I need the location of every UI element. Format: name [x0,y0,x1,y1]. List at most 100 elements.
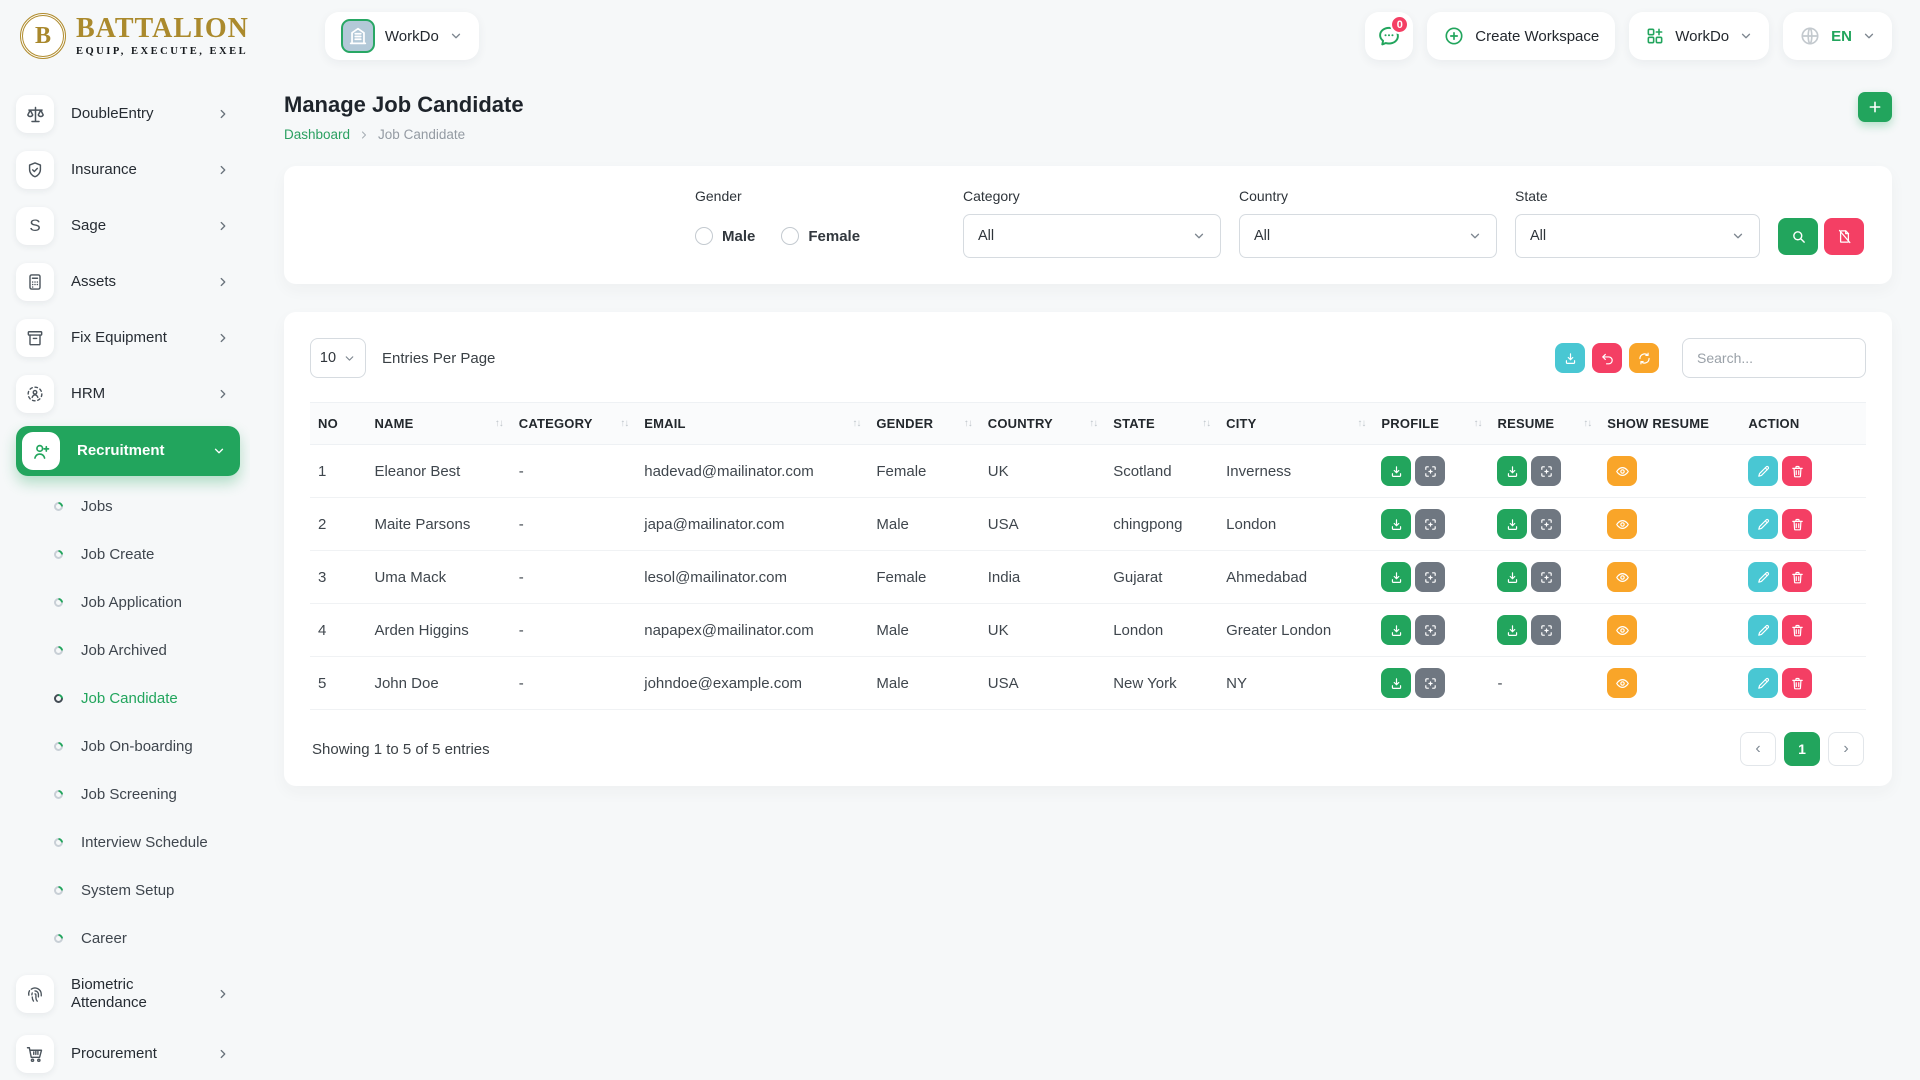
preview-resume-button[interactable] [1531,562,1561,592]
sidebar-subitem-interview-schedule[interactable]: Interview Schedule [16,818,250,866]
sidebar-subitem-job-application[interactable]: Job Application [16,578,250,626]
messages-button[interactable]: 0 [1365,12,1413,60]
show-resume-button[interactable] [1607,509,1637,539]
sidebar-item-insurance[interactable]: Insurance [16,142,250,198]
col-email[interactable]: EMAIL↑↓ [636,403,868,445]
bullet-icon [52,836,65,849]
preview-profile-button[interactable] [1415,668,1445,698]
sidebar-subitem-job-create[interactable]: Job Create [16,530,250,578]
delete-button[interactable] [1782,456,1812,486]
col-category[interactable]: CATEGORY↑↓ [511,403,636,445]
download-resume-button[interactable] [1497,456,1527,486]
download-profile-button[interactable] [1381,562,1411,592]
show-resume-button[interactable] [1607,456,1637,486]
download-profile-button[interactable] [1381,615,1411,645]
col-city[interactable]: CITY↑↓ [1218,403,1373,445]
table-search-input[interactable] [1682,338,1866,378]
sidebar-item-assets[interactable]: Assets [16,254,250,310]
edit-button[interactable] [1748,615,1778,645]
col-state[interactable]: STATE↑↓ [1105,403,1218,445]
entries-per-page-select[interactable]: 10 [310,338,366,378]
cell-state: Gujarat [1105,551,1218,604]
filter-reset-button[interactable] [1824,218,1864,255]
sidebar-subitem-jobs[interactable]: Jobs [16,482,250,530]
gender-male-radio[interactable] [695,227,713,245]
prev-page-button[interactable]: ‹ [1740,732,1776,766]
download-resume-button[interactable] [1497,509,1527,539]
col-name[interactable]: NAME↑↓ [366,403,510,445]
sidebar-item-recruitment[interactable]: Recruitment [16,426,240,476]
sidebar-item-label: Recruitment [77,442,165,460]
refresh-button[interactable] [1629,343,1659,373]
state-select[interactable]: All [1515,214,1760,258]
cell-country: India [980,551,1105,604]
sidebar-item-sage[interactable]: S Sage [16,198,250,254]
sidebar-item-fix-equipment[interactable]: Fix Equipment [16,310,250,366]
preview-profile-button[interactable] [1415,509,1445,539]
sidebar-subitem-label: Job Create [81,546,154,563]
sidebar-subitem-label: System Setup [81,882,174,899]
sidebar-subitem-job-screening[interactable]: Job Screening [16,770,250,818]
add-candidate-button[interactable] [1858,92,1892,122]
edit-button[interactable] [1748,509,1778,539]
col-country[interactable]: COUNTRY↑↓ [980,403,1105,445]
sidebar-item-procurement[interactable]: Procurement [16,1026,250,1080]
show-resume-button[interactable] [1607,668,1637,698]
download-resume-button[interactable] [1497,562,1527,592]
col-no[interactable]: NO [310,403,366,445]
focus-icon [1539,623,1554,638]
gender-female-radio[interactable] [781,227,799,245]
filter-panel: Gender Male Female Category All [284,166,1892,284]
cell-gender: Female [868,445,979,498]
download-profile-button[interactable] [1381,456,1411,486]
next-page-button[interactable]: › [1828,732,1864,766]
account-menu[interactable]: WorkDo [1629,12,1769,60]
delete-button[interactable] [1782,562,1812,592]
bullet-icon [52,884,65,897]
download-resume-button[interactable] [1497,615,1527,645]
sidebar-item-label: Assets [71,273,116,291]
preview-resume-button[interactable] [1531,509,1561,539]
edit-button[interactable] [1748,456,1778,486]
sidebar-item-doubleentry[interactable]: DoubleEntry [16,86,250,142]
download-profile-button[interactable] [1381,668,1411,698]
preview-profile-button[interactable] [1415,456,1445,486]
sidebar-subitem-system-setup[interactable]: System Setup [16,866,250,914]
sidebar-subitem-career[interactable]: Career [16,914,250,962]
language-menu[interactable]: EN [1783,12,1892,60]
col-profile[interactable]: PROFILE↑↓ [1373,403,1489,445]
download-profile-button[interactable] [1381,509,1411,539]
breadcrumb-dashboard-link[interactable]: Dashboard [284,127,350,142]
page-1-button[interactable]: 1 [1784,732,1820,766]
delete-button[interactable] [1782,509,1812,539]
preview-profile-button[interactable] [1415,562,1445,592]
workspace-switcher[interactable]: WorkDo [325,12,479,60]
table-row: 4 Arden Higgins - napapex@mailinator.com… [310,604,1866,657]
undo-button[interactable] [1592,343,1622,373]
edit-button[interactable] [1748,668,1778,698]
preview-profile-button[interactable] [1415,615,1445,645]
delete-button[interactable] [1782,615,1812,645]
preview-resume-button[interactable] [1531,456,1561,486]
category-select[interactable]: All [963,214,1221,258]
preview-resume-button[interactable] [1531,615,1561,645]
export-button[interactable] [1555,343,1585,373]
sidebar-subitem-job-candidate[interactable]: Job Candidate [16,674,250,722]
sidebar-subitem-job-onboarding[interactable]: Job On-boarding [16,722,250,770]
cell-no: 1 [310,445,366,498]
create-workspace-button[interactable]: Create Workspace [1427,12,1615,60]
country-select[interactable]: All [1239,214,1497,258]
edit-button[interactable] [1748,562,1778,592]
sidebar-subitem-job-archived[interactable]: Job Archived [16,626,250,674]
col-gender[interactable]: GENDER↑↓ [868,403,979,445]
delete-button[interactable] [1782,668,1812,698]
filter-search-button[interactable] [1778,218,1818,255]
cell-resume-empty: - [1489,657,1599,710]
sidebar-item-hrm[interactable]: HRM [16,366,250,422]
sidebar-item-biometric-attendance[interactable]: Biometric Attendance [16,962,250,1026]
col-resume[interactable]: RESUME↑↓ [1489,403,1599,445]
show-resume-button[interactable] [1607,615,1637,645]
show-resume-button[interactable] [1607,562,1637,592]
trash-icon [1790,623,1805,638]
sidebar-item-label: Procurement [71,1045,157,1063]
